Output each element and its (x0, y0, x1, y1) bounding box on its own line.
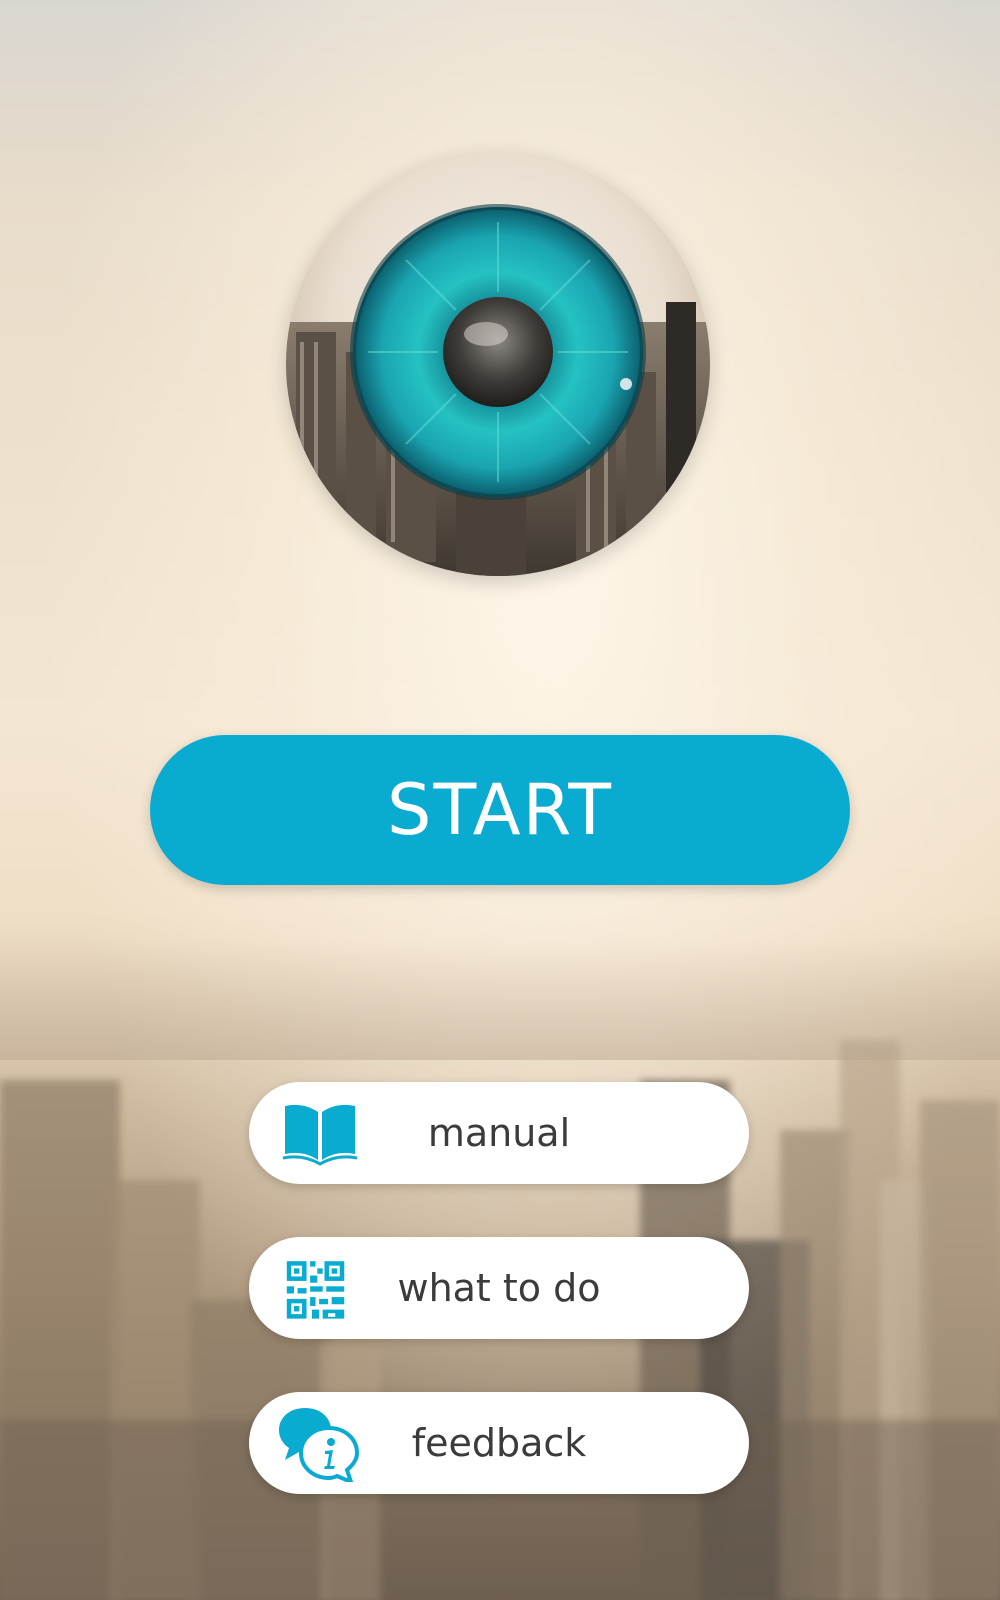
feedback-label: feedback (411, 1421, 587, 1465)
manual-button[interactable]: manual (249, 1082, 749, 1184)
eye-city-icon (286, 204, 710, 576)
what-to-do-button[interactable]: what to do (249, 1237, 749, 1339)
manual-label: manual (427, 1111, 571, 1155)
logo (286, 152, 710, 576)
start-button[interactable]: START (150, 735, 850, 885)
what-to-do-label: what to do (397, 1266, 601, 1310)
feedback-button[interactable]: feedback (249, 1392, 749, 1494)
